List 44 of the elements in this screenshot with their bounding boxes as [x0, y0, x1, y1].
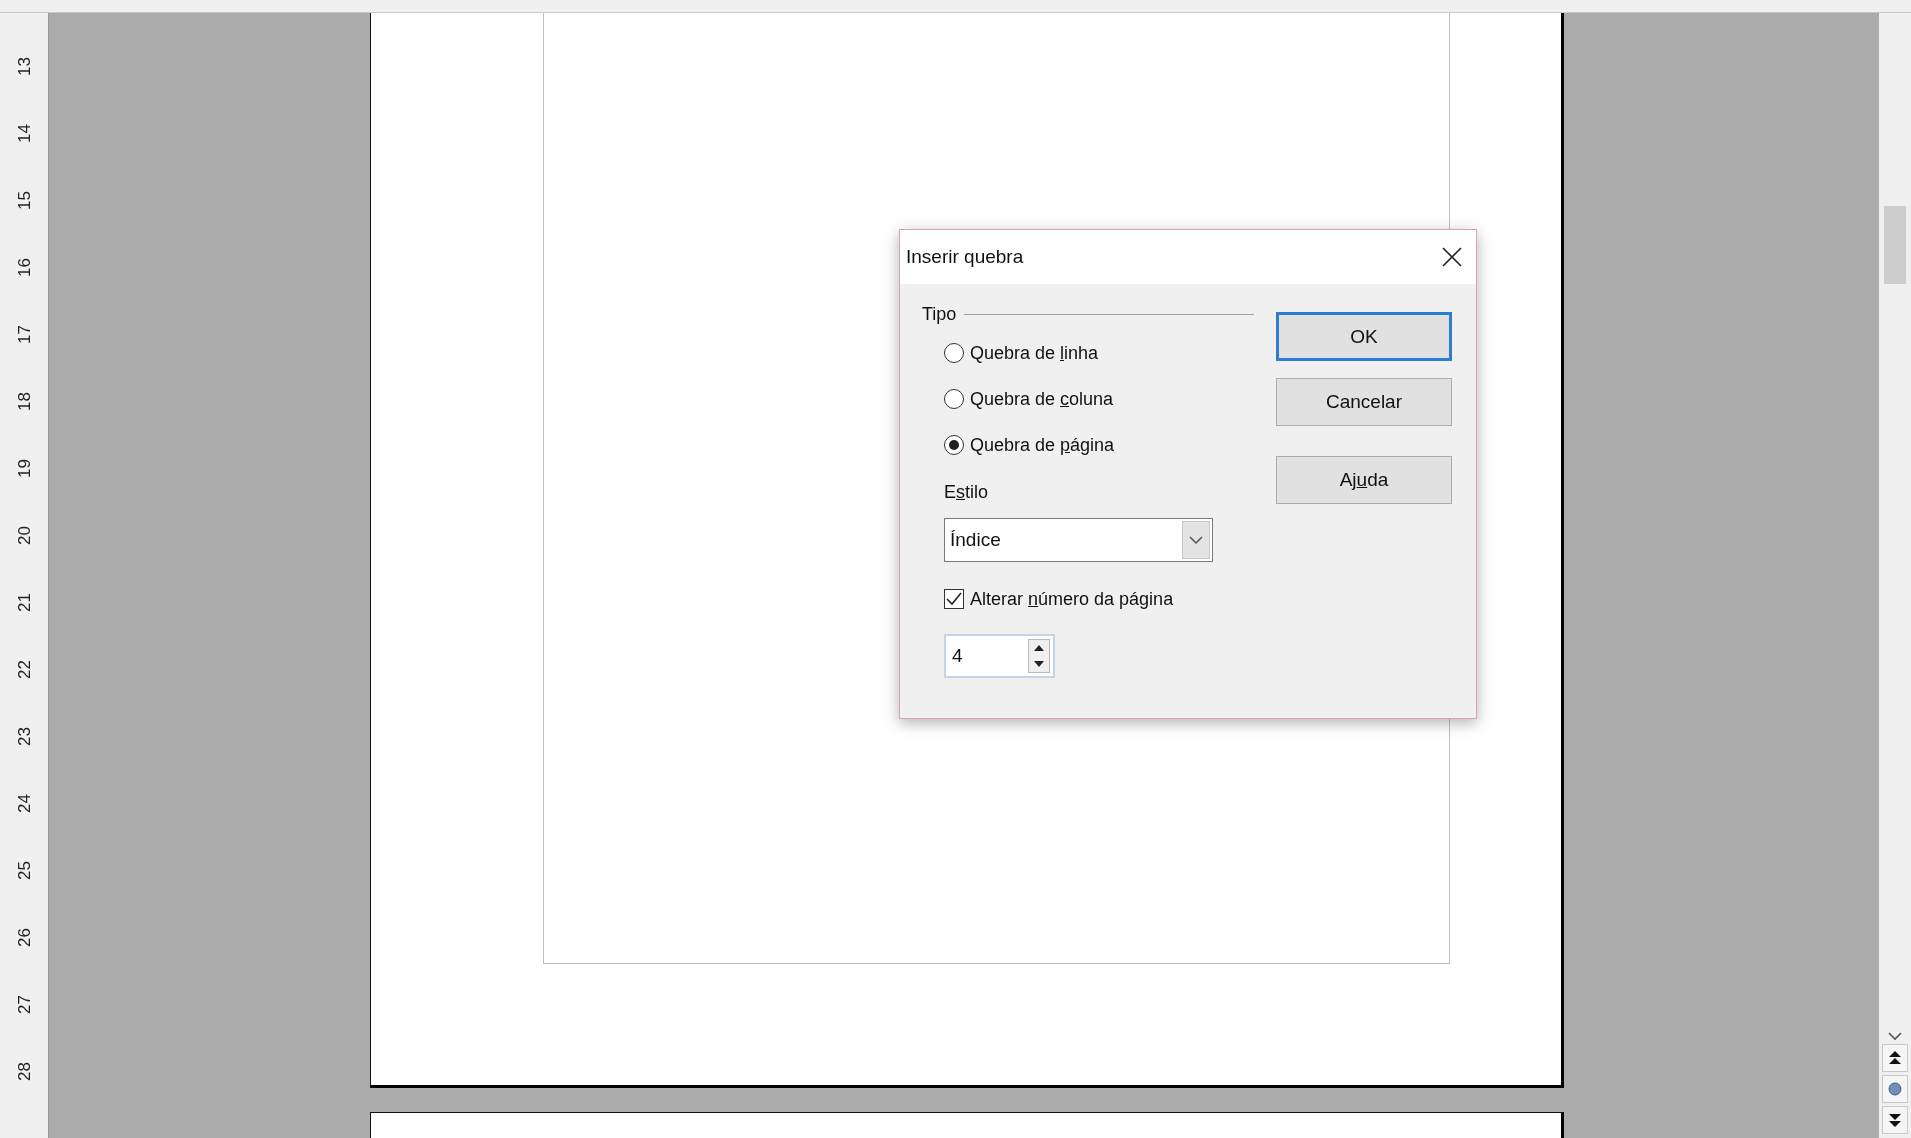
option-label[interactable]: Quebra de página — [970, 434, 1115, 456]
style-dropdown[interactable]: Índice — [944, 518, 1213, 562]
checkbox-label[interactable]: Alterar número da página — [970, 588, 1174, 610]
ruler-number: 23 — [13, 727, 34, 746]
ruler-number: 21 — [13, 593, 34, 612]
down-arrow-icon[interactable] — [1034, 661, 1044, 667]
ruler-number: 26 — [13, 928, 34, 947]
ruler-number: 14 — [13, 124, 34, 143]
dialog-button[interactable]: Ajuda — [1276, 456, 1452, 504]
ruler-number: 16 — [13, 258, 34, 277]
ruler-number: 28 — [13, 1062, 34, 1081]
up-arrow-icon[interactable] — [1034, 645, 1044, 651]
option-label[interactable]: Quebra de linha — [970, 342, 1099, 364]
ruler-number: 22 — [13, 660, 34, 679]
double-up-arrow-icon — [1888, 1050, 1902, 1066]
page-number-spinner[interactable]: 4 — [944, 634, 1055, 678]
navigator-button[interactable] — [1882, 1075, 1908, 1103]
ruler-number: 20 — [13, 526, 34, 545]
dialog-button[interactable]: OK — [1276, 312, 1452, 361]
previous-page-button[interactable] — [1882, 1044, 1908, 1072]
option-label[interactable]: Quebra de coluna — [970, 388, 1114, 410]
dialog-title: Inserir quebra — [906, 246, 1024, 268]
scrollbar-thumb[interactable] — [1884, 206, 1906, 284]
ruler-number: 15 — [13, 191, 34, 210]
ruler-number: 24 — [13, 794, 34, 813]
close-icon[interactable] — [1442, 247, 1462, 267]
radio-button[interactable] — [944, 435, 964, 455]
radio-button[interactable] — [944, 343, 964, 363]
double-down-arrow-icon — [1888, 1112, 1902, 1128]
ruler-number: 25 — [13, 861, 34, 880]
dialog-button[interactable]: Cancelar — [1276, 378, 1452, 426]
ruler-number: 27 — [13, 995, 34, 1014]
group-label: Tipo — [922, 303, 957, 325]
checkbox[interactable] — [944, 589, 964, 609]
chevron-down-icon — [1189, 535, 1203, 545]
ruler-number: 18 — [13, 392, 34, 411]
field-label: Estilo — [944, 482, 989, 504]
chevron-down-icon[interactable] — [1888, 1032, 1902, 1041]
ruler-number: 17 — [13, 325, 34, 344]
radio-button[interactable] — [944, 389, 964, 409]
ruler-number: 19 — [13, 459, 34, 478]
circle-icon — [1888, 1082, 1902, 1096]
next-page-button[interactable] — [1882, 1106, 1908, 1134]
ruler-number: 13 — [13, 57, 34, 76]
